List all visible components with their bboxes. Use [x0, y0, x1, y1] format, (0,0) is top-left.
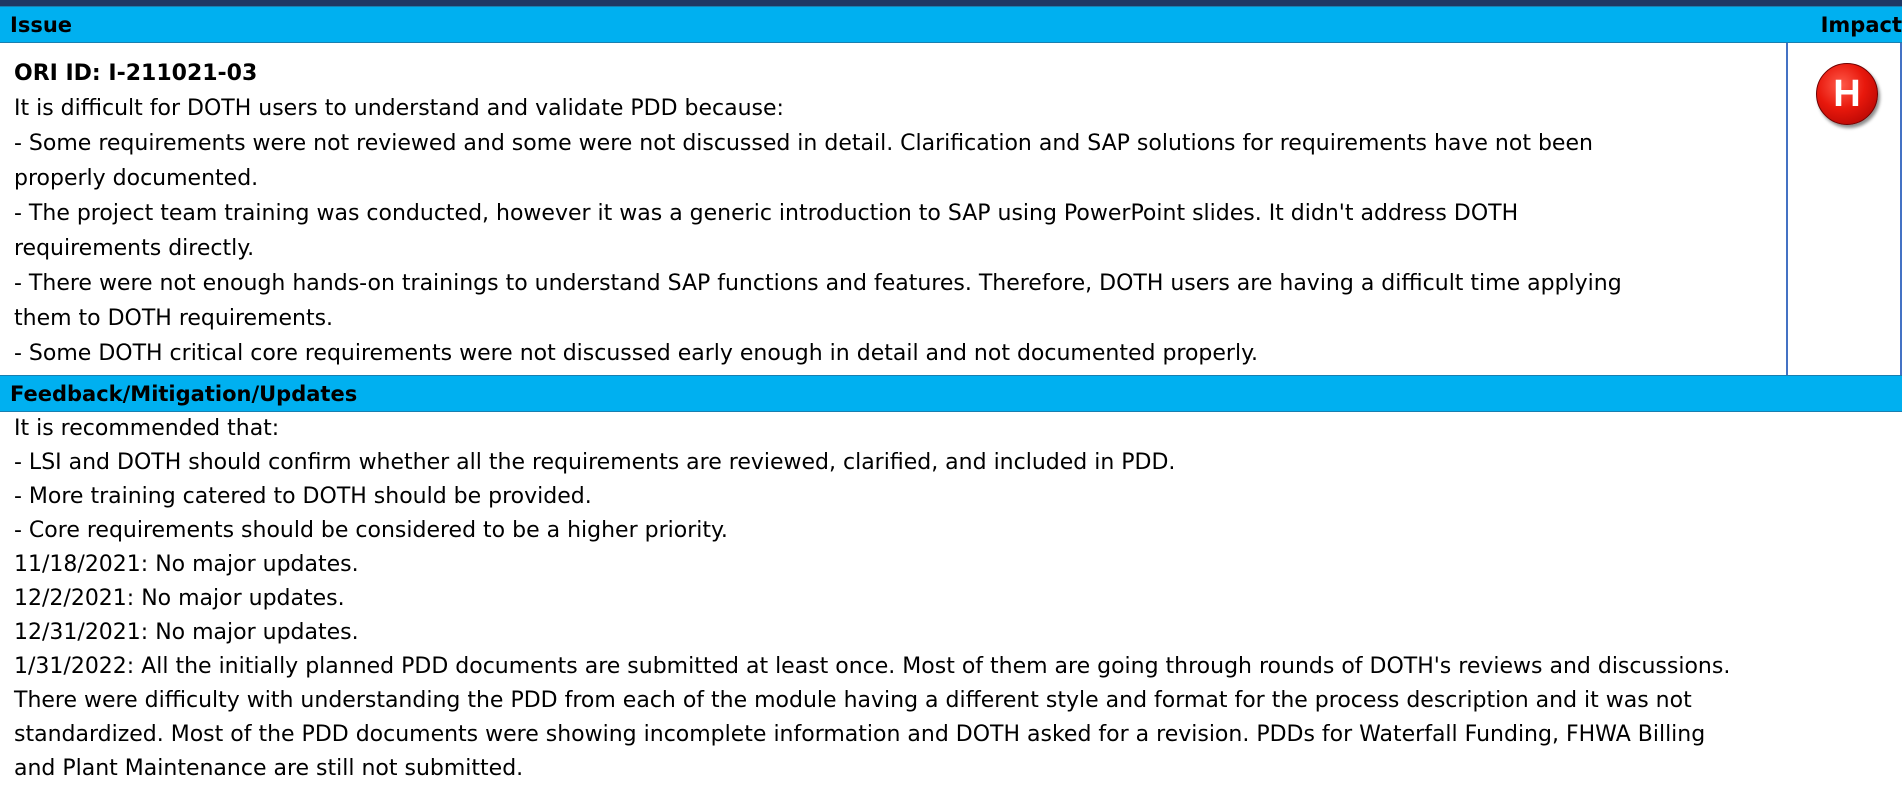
issue-line: - The project team training was conducte…: [14, 201, 1519, 226]
issue-line: - There were not enough hands-on trainin…: [14, 271, 1622, 296]
feedback-section: It is recommended that: - LSI and DOTH s…: [0, 412, 1902, 804]
issue-description: ORI ID: I-211021-03 It is difficult for …: [0, 43, 1788, 375]
impact-level: H: [1833, 73, 1861, 115]
feedback-line: standardized. Most of the PDD documents …: [14, 722, 1706, 747]
issue-line: - Some DOTH critical core requirements w…: [14, 341, 1258, 366]
issue-section: ORI ID: I-211021-03 It is difficult for …: [0, 43, 1902, 375]
issue-line: them to DOTH requirements.: [14, 306, 334, 331]
issue-line: - Some requirements were not reviewed an…: [14, 131, 1593, 156]
issue-line: requirements directly.: [14, 236, 255, 261]
feedback-line: 11/18/2021: No major updates.: [14, 552, 359, 577]
issue-line: properly documented.: [14, 166, 259, 191]
impact-high-icon: H: [1816, 63, 1878, 125]
issue-header-bar: Issue Impact: [0, 6, 1902, 43]
feedback-line: and Plant Maintenance are still not subm…: [14, 756, 524, 781]
ori-id: ORI ID: I-211021-03: [14, 61, 258, 86]
feedback-header-bar: Feedback/Mitigation/Updates: [0, 375, 1902, 412]
feedback-line: It is recommended that:: [14, 416, 280, 441]
issue-column-header: Issue: [10, 13, 73, 37]
feedback-header: Feedback/Mitigation/Updates: [10, 382, 358, 406]
feedback-line: There were difficulty with understanding…: [14, 688, 1692, 713]
feedback-line: 1/31/2022: All the initially planned PDD…: [14, 654, 1731, 679]
feedback-line: - LSI and DOTH should confirm whether al…: [14, 450, 1176, 475]
impact-column-header: Impact: [1820, 13, 1902, 37]
feedback-line: 12/2/2021: No major updates.: [14, 586, 345, 611]
feedback-line: - More training catered to DOTH should b…: [14, 484, 592, 509]
issue-line: It is difficult for DOTH users to unders…: [14, 96, 784, 121]
feedback-line: 12/31/2021: No major updates.: [14, 620, 359, 645]
feedback-line: - Core requirements should be considered…: [14, 518, 728, 543]
